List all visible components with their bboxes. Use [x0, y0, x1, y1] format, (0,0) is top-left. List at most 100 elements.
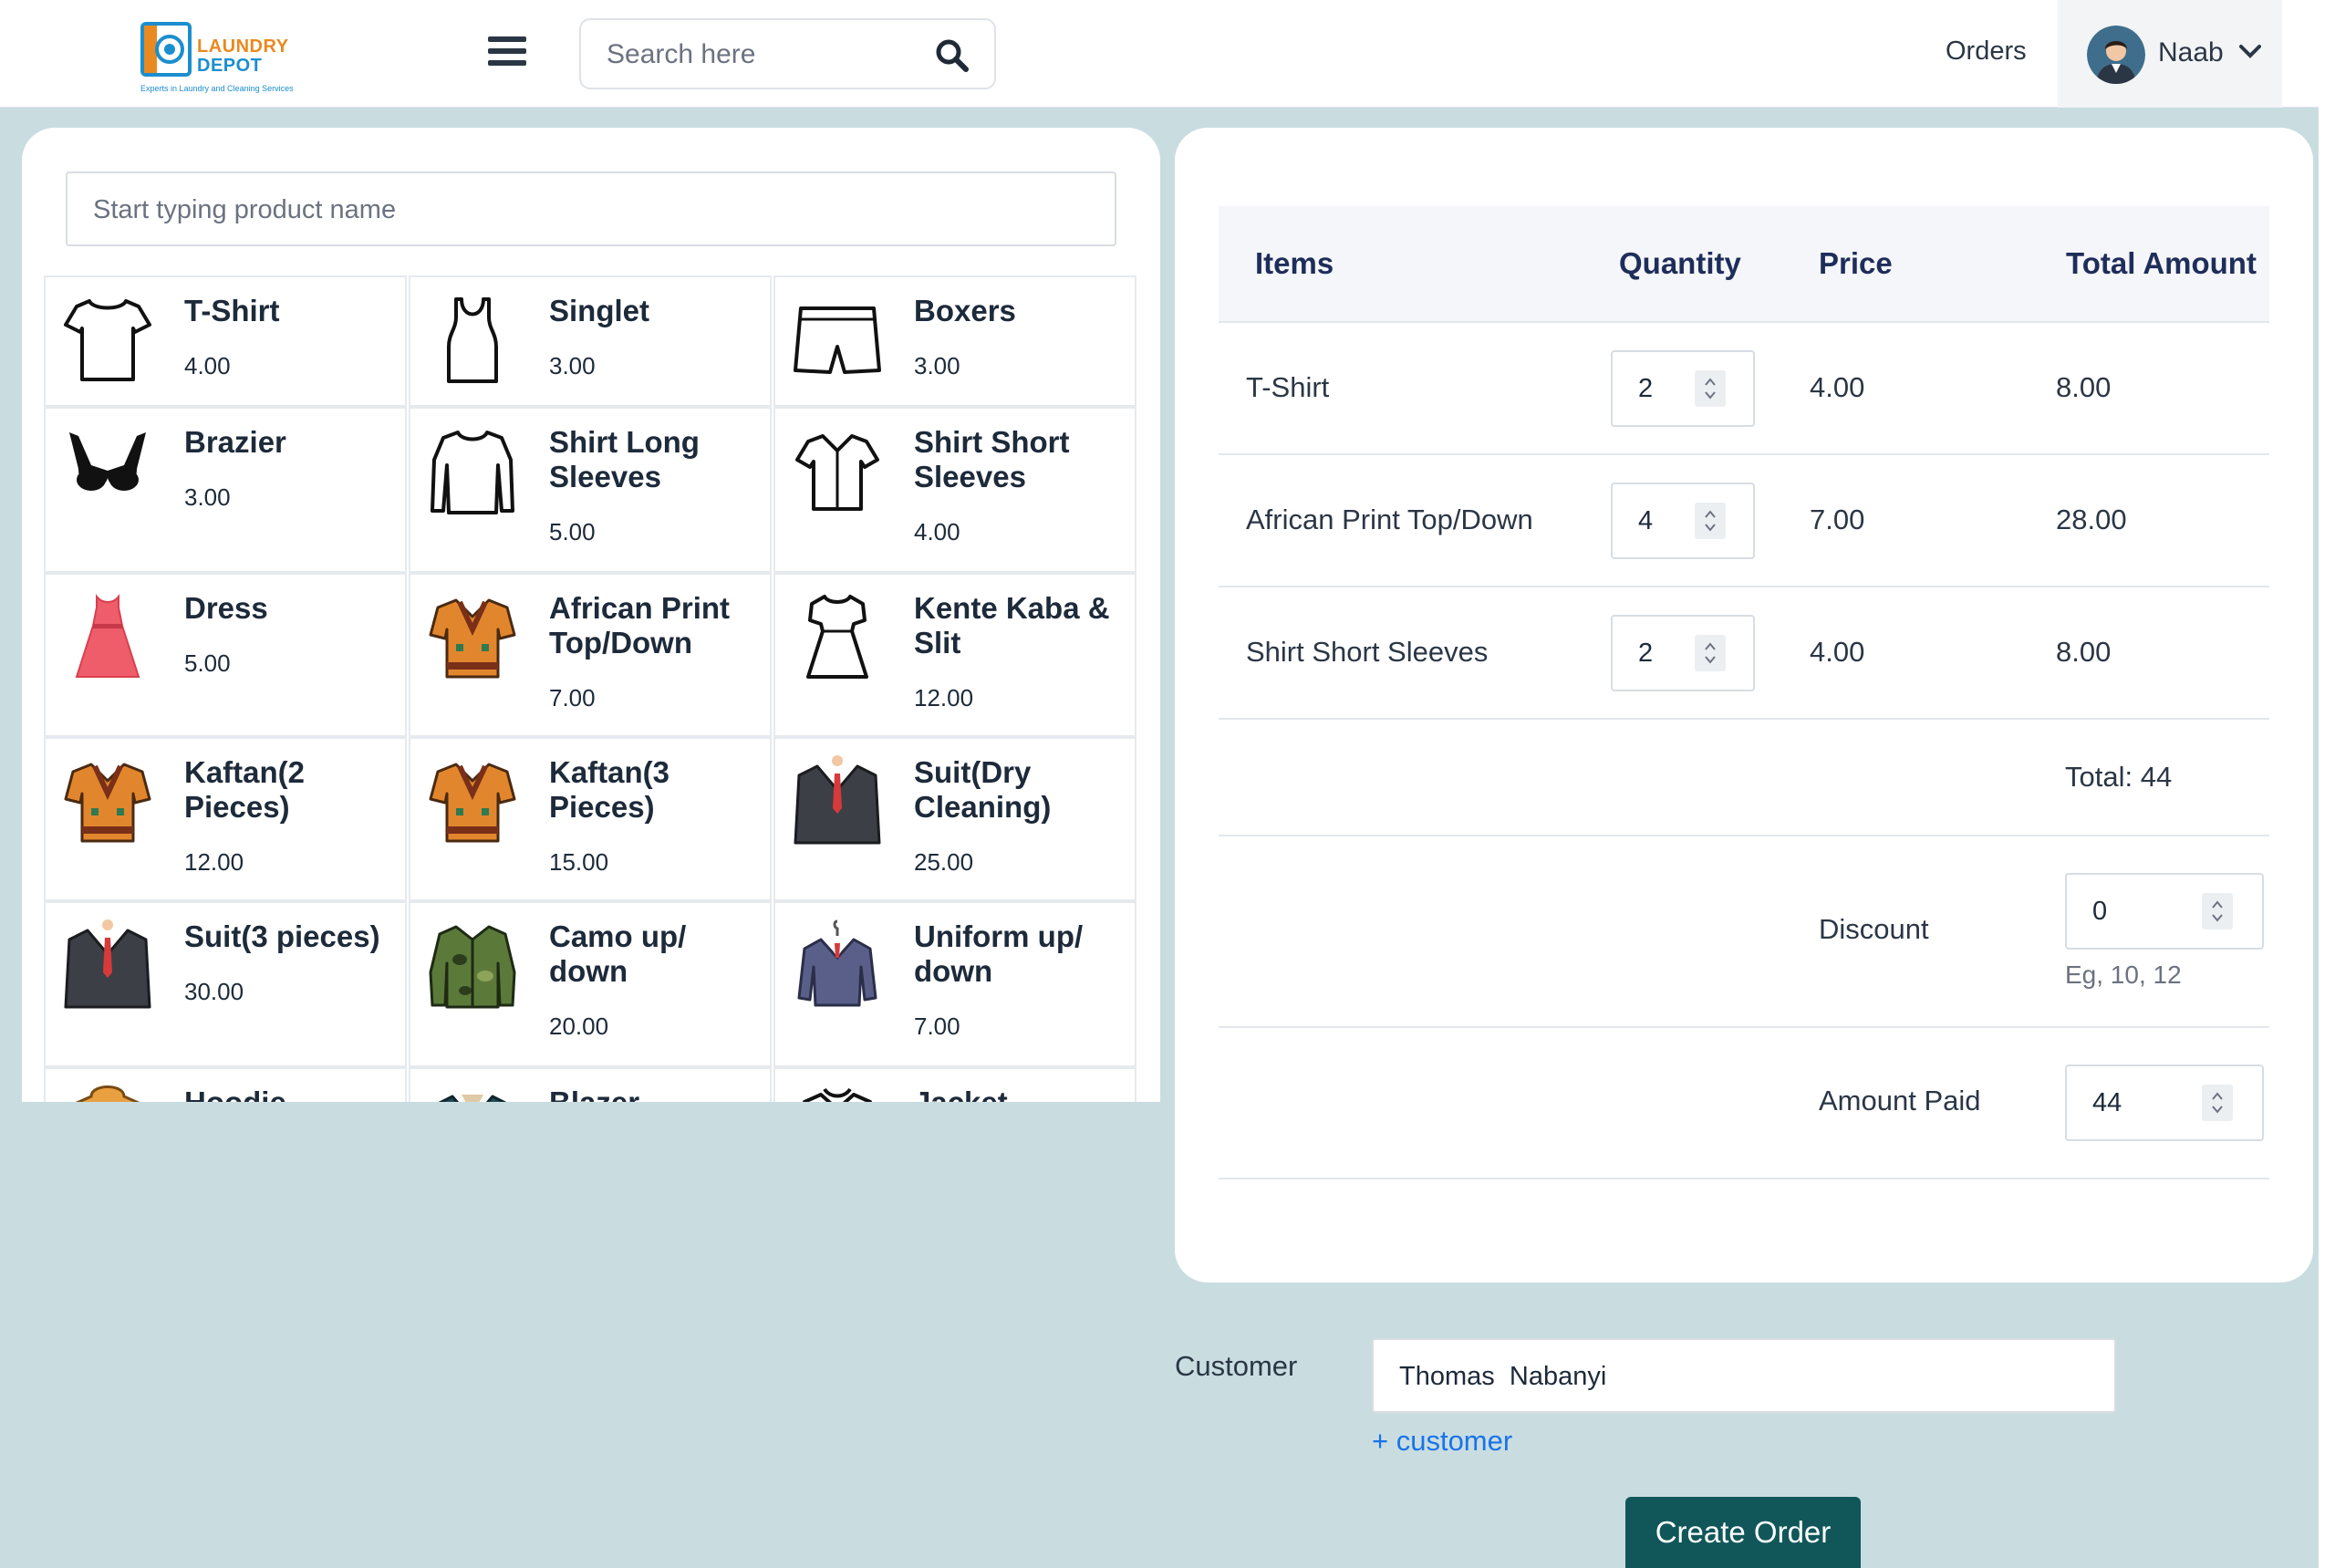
row-price: 4.00 — [1810, 636, 1865, 668]
quantity-stepper[interactable]: 2 — [1611, 615, 1755, 691]
product-card[interactable]: Dress 5.00 — [44, 573, 407, 737]
product-price: 3.00 — [549, 352, 596, 379]
product-name: Camo up/ down — [549, 919, 687, 988]
column-header-total: Total Amount — [2066, 246, 2257, 280]
product-price: 30.00 — [184, 978, 244, 1005]
product-card[interactable]: Kaftan(3 Pieces) 15.00 — [409, 737, 772, 901]
camo-jacket-icon — [429, 925, 516, 1009]
blazer-icon — [438, 1095, 507, 1102]
product-card[interactable]: Singlet 3.00 — [409, 275, 772, 407]
product-price: 15.00 — [549, 848, 609, 876]
product-name: Boxers — [914, 294, 1016, 327]
product-price: 12.00 — [184, 848, 244, 876]
add-customer-link[interactable]: + customer — [1372, 1425, 1512, 1458]
product-name: Singlet — [549, 294, 650, 327]
row-total: 28.00 — [2056, 504, 2127, 535]
logo-line1: LAUNDRY — [197, 36, 289, 57]
brazier-icon — [69, 432, 146, 491]
amount-paid-input[interactable]: 44 — [2065, 1064, 2264, 1141]
quantity-stepper[interactable]: 2 — [1611, 350, 1755, 427]
product-card[interactable]: Camo up/ down 20.00 — [409, 901, 772, 1067]
spinner-arrows-icon[interactable] — [1695, 370, 1726, 407]
product-card[interactable]: Jacket — [773, 1067, 1136, 1102]
row-item-name: Shirt Short Sleeves — [1246, 636, 1489, 668]
create-order-button[interactable]: Create Order — [1625, 1497, 1861, 1568]
quantity-value: 4 — [1638, 506, 1654, 535]
table-row: African Print Top/Down 4 7.00 28.00 — [1219, 455, 2269, 587]
product-price: 25.00 — [914, 848, 974, 876]
product-name: Uniform up/ down — [914, 919, 1084, 988]
product-name: African Print Top/Down — [549, 591, 731, 659]
product-card[interactable]: Suit(3 pieces) 30.00 — [44, 901, 407, 1067]
product-card[interactable]: Shirt Long Sleeves 5.00 — [409, 407, 772, 573]
header-search-box — [579, 18, 996, 89]
discount-row: Discount 0 Eg, 10, 12 — [1219, 836, 2269, 1028]
product-name: Blazer — [549, 1085, 764, 1102]
product-card[interactable]: Brazier 3.00 — [44, 407, 407, 573]
user-menu[interactable]: Naab — [2058, 0, 2282, 108]
row-total: 8.00 — [2056, 371, 2112, 403]
column-header-price: Price — [1819, 246, 1893, 280]
product-card[interactable]: African Print Top/Down 7.00 — [409, 573, 772, 737]
spinner-arrows-icon[interactable] — [1695, 503, 1726, 539]
row-item-name: T-Shirt — [1246, 371, 1330, 403]
spinner-arrows-icon[interactable] — [2202, 893, 2233, 929]
orders-link[interactable]: Orders — [1946, 36, 2027, 67]
header-search-input[interactable] — [607, 36, 917, 73]
product-name: Suit(Dry Cleaning) — [914, 755, 1052, 824]
product-search-input[interactable] — [93, 192, 1087, 228]
product-price: 5.00 — [184, 649, 231, 677]
quantity-stepper[interactable]: 4 — [1611, 483, 1755, 559]
customer-field — [1372, 1338, 2116, 1413]
product-card[interactable]: Kaftan(2 Pieces) 12.00 — [44, 737, 407, 901]
product-card[interactable]: Shirt Short Sleeves 4.00 — [773, 407, 1136, 573]
row-price: 7.00 — [1810, 504, 1865, 535]
product-card[interactable]: Boxers 3.00 — [773, 275, 1136, 407]
product-price: 3.00 — [184, 483, 231, 511]
order-total-row: Total: 44 — [1219, 720, 2269, 836]
menu-icon[interactable] — [488, 36, 526, 69]
product-panel: T-Shirt 4.00 Singlet 3.00 Boxers 3.00 — [22, 128, 1160, 1102]
discount-label: Discount — [1819, 913, 1929, 945]
product-card[interactable]: Hoodie — [44, 1067, 407, 1102]
kaftan-icon — [429, 763, 516, 843]
order-table-header: Items Quantity Price Total Amount — [1219, 206, 2269, 323]
product-name: Hoodie — [184, 1085, 400, 1102]
singlet-icon — [447, 297, 498, 383]
customer-input[interactable] — [1399, 1358, 2092, 1395]
kaftan-icon — [64, 763, 151, 843]
product-name: Shirt Long Sleeves — [549, 425, 700, 493]
chevron-down-icon — [2239, 45, 2261, 58]
product-price: 5.00 — [549, 518, 596, 545]
product-search-box — [66, 171, 1116, 246]
user-name: Naab — [2158, 37, 2224, 67]
logo-tagline: Experts in Laundry and Cleaning Services — [140, 84, 294, 93]
row-total: 8.00 — [2056, 636, 2112, 668]
dress-icon — [75, 594, 140, 678]
product-card[interactable]: T-Shirt 4.00 — [44, 275, 407, 407]
spinner-arrows-icon[interactable] — [1695, 635, 1726, 671]
product-price: 4.00 — [914, 518, 960, 545]
product-name: T-Shirt — [184, 294, 280, 327]
product-name: Dress — [184, 591, 268, 625]
row-item-name: African Print Top/Down — [1246, 504, 1533, 535]
product-price: 7.00 — [549, 684, 596, 711]
long-sleeve-shirt-icon — [431, 431, 514, 514]
product-price: 3.00 — [914, 352, 960, 379]
discount-input[interactable]: 0 — [2065, 873, 2264, 950]
product-price: 12.00 — [914, 684, 974, 711]
laundry-depot-logo[interactable]: LAUNDRY DEPOT Experts in Laundry and Cle… — [137, 16, 301, 97]
amount-paid-row: Amount Paid 44 — [1219, 1028, 2269, 1179]
search-icon[interactable] — [935, 38, 970, 73]
quantity-value: 2 — [1638, 639, 1654, 668]
table-row: Shirt Short Sleeves 2 4.00 8.00 — [1219, 587, 2269, 720]
logo-line2: DEPOT — [197, 56, 263, 76]
page-edge — [2319, 0, 2335, 1568]
customer-label: Customer — [1175, 1350, 1298, 1382]
product-card[interactable]: Uniform up/ down 7.00 — [773, 901, 1136, 1067]
product-card[interactable]: Suit(Dry Cleaning) 25.00 — [773, 737, 1136, 901]
product-card[interactable]: Blazer — [409, 1067, 772, 1102]
product-card[interactable]: Kente Kaba & Slit 12.00 — [773, 573, 1136, 737]
spinner-arrows-icon[interactable] — [2202, 1085, 2233, 1121]
discount-hint: Eg, 10, 12 — [2065, 961, 2182, 989]
